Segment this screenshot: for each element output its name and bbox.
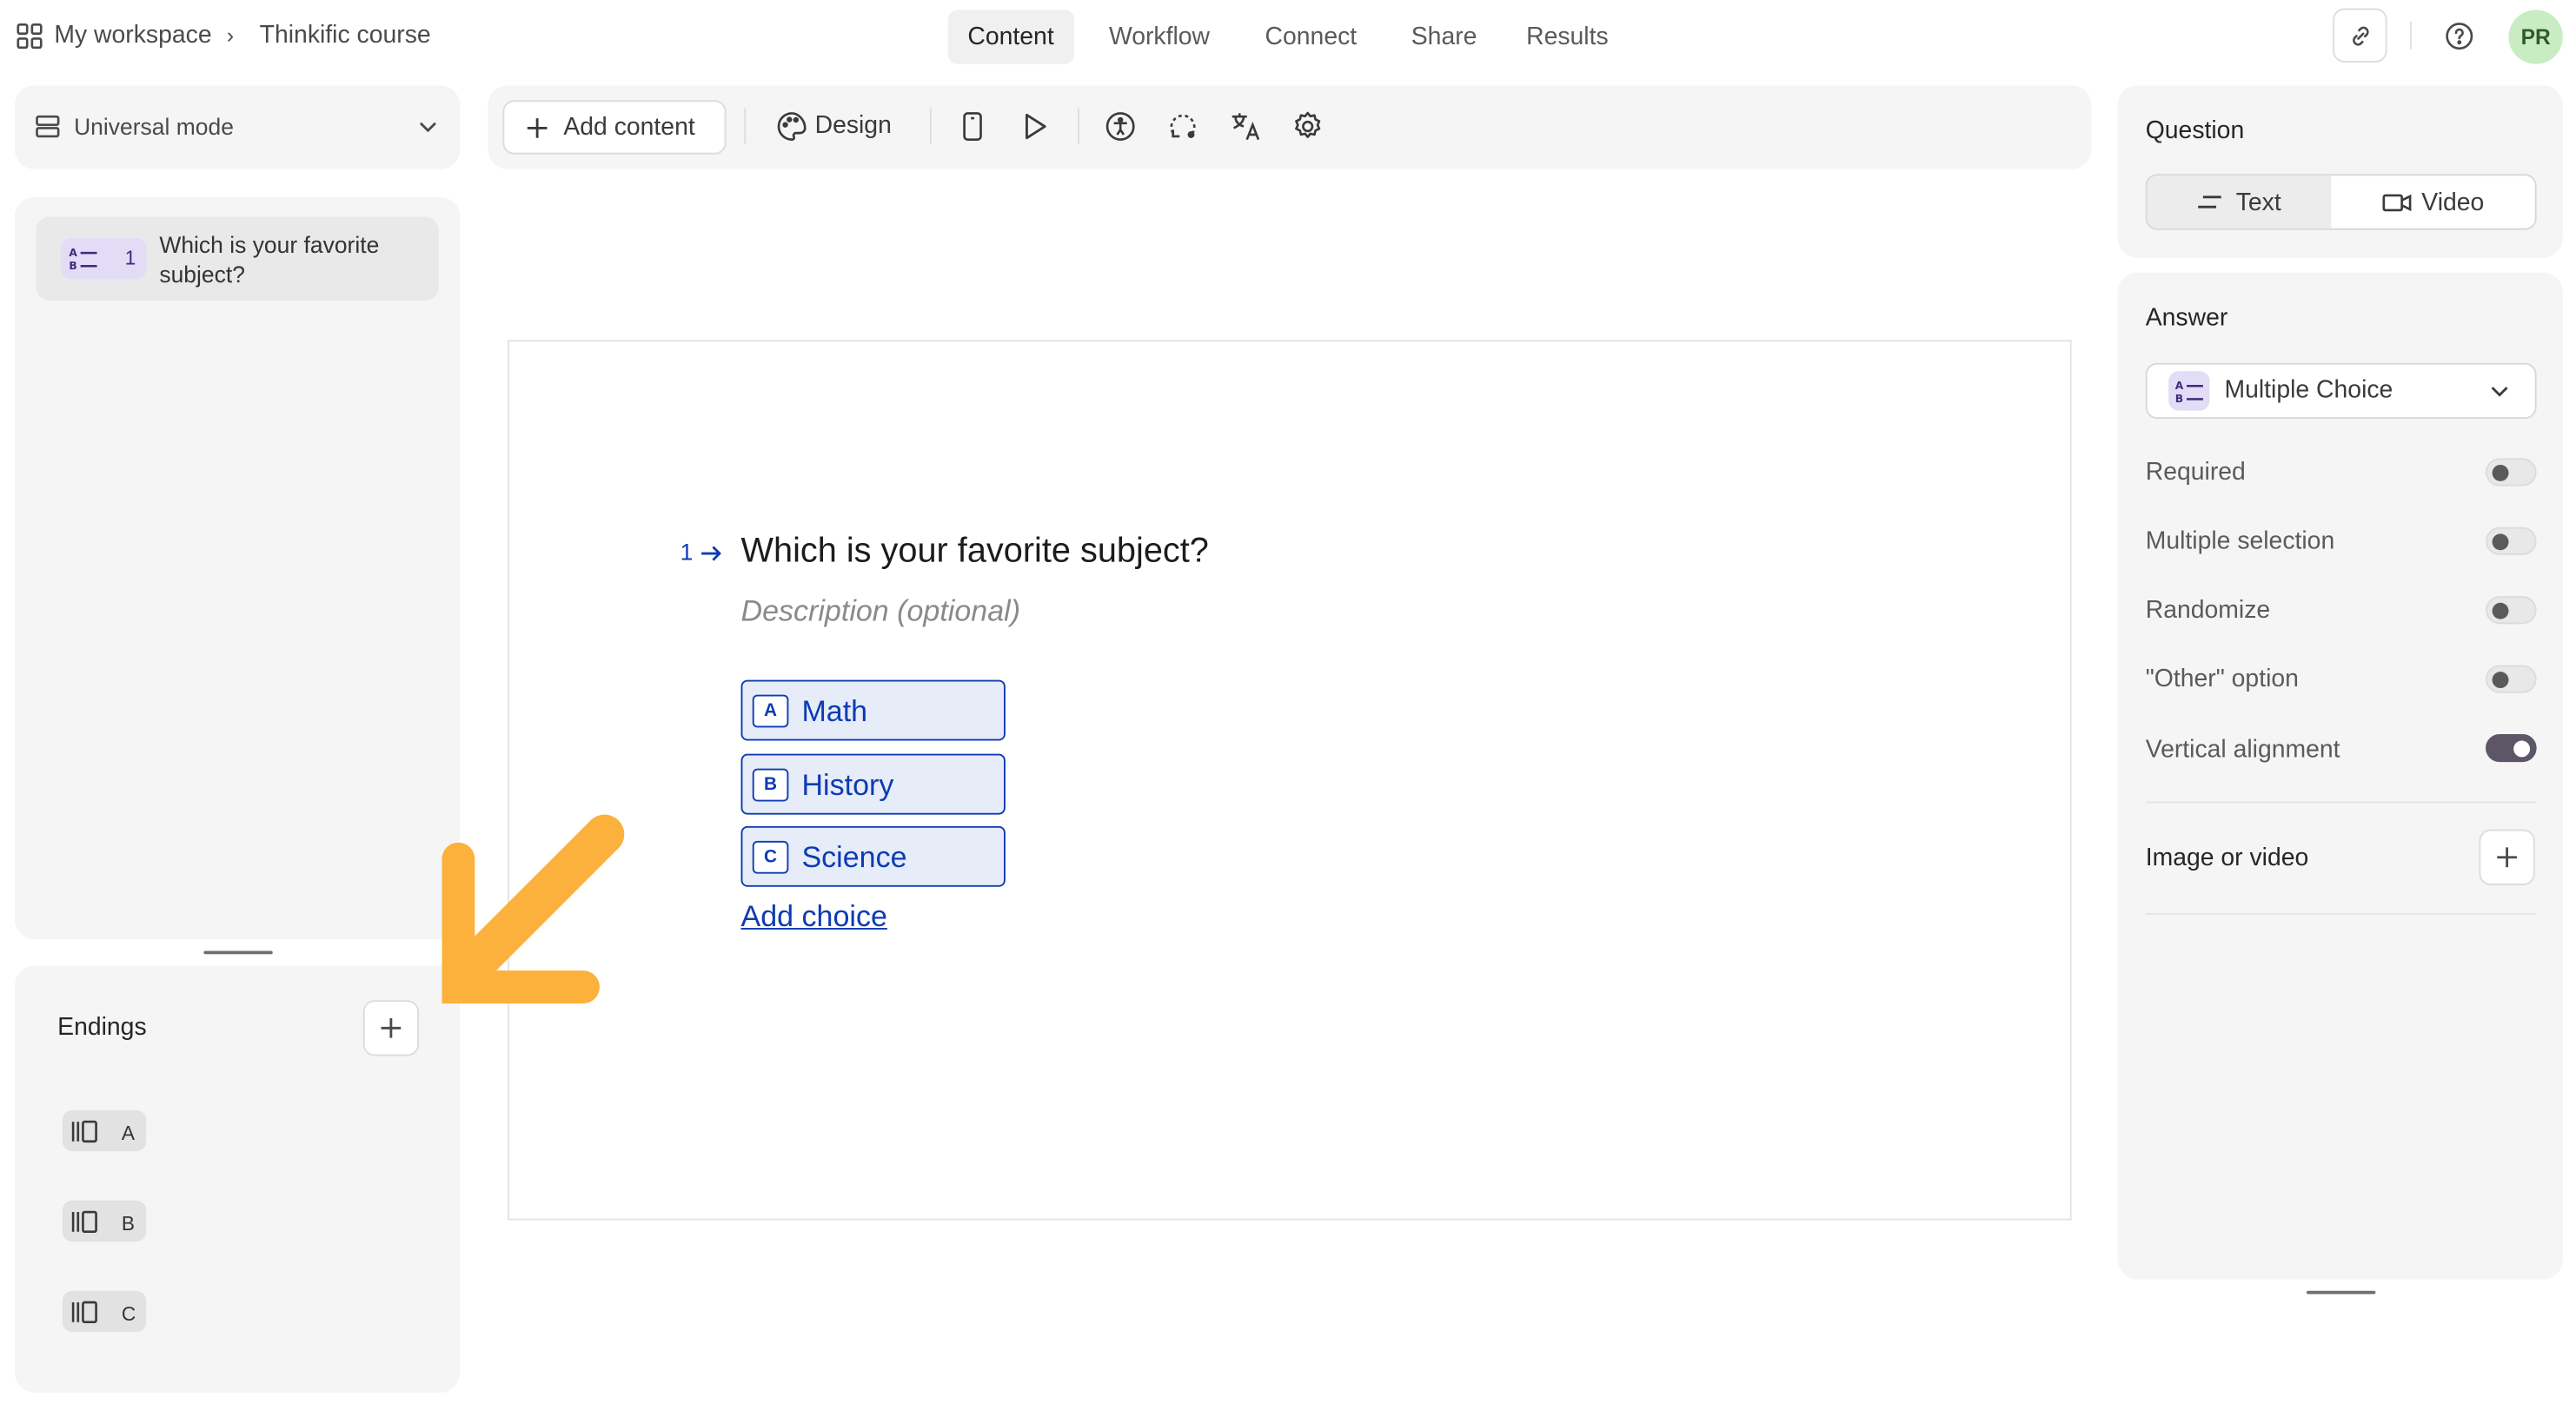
- option-multiple-selection-label: Multiple selection: [2145, 526, 2335, 555]
- choice-label: Science: [801, 840, 907, 874]
- app-page: My workspace › Thinkific course Content …: [0, 0, 2576, 1404]
- ending-letter: B: [121, 1212, 136, 1235]
- option-other-label: "Other" option: [2145, 665, 2299, 693]
- choice-key: A: [752, 694, 789, 728]
- ending-letter: C: [121, 1302, 136, 1326]
- arrow-right-icon: [701, 546, 721, 561]
- design-button[interactable]: Design: [815, 112, 892, 140]
- randomize-toggle[interactable]: [2486, 596, 2537, 625]
- multiple-choice-icon: A B: [2175, 380, 2203, 404]
- multiple-selection-toggle[interactable]: [2486, 526, 2537, 555]
- breadcrumb-workspace[interactable]: My workspace: [54, 22, 211, 50]
- multiple-choice-icon: A B: [69, 247, 97, 271]
- plus-icon: [381, 1017, 402, 1038]
- required-toggle[interactable]: [2486, 458, 2537, 487]
- toolbar-divider: [1078, 108, 1079, 145]
- add-content-button[interactable]: Add content: [502, 100, 727, 155]
- choice-label: History: [801, 768, 894, 802]
- layout-rows-icon: [36, 115, 60, 138]
- ending-letter: A: [121, 1122, 136, 1145]
- question-index: 1: [680, 539, 694, 566]
- answer-settings-panel: [2117, 272, 2563, 1280]
- question-title[interactable]: Which is your favorite subject?: [741, 532, 1209, 571]
- vertical-alignment-toggle[interactable]: [2486, 733, 2537, 763]
- play-icon[interactable]: [1019, 110, 1052, 143]
- accessibility-icon[interactable]: [1104, 110, 1137, 143]
- svg-text:B: B: [2175, 393, 2183, 404]
- option-randomize-label: Randomize: [2145, 596, 2271, 625]
- add-ending-button[interactable]: [362, 1000, 420, 1056]
- segment-text[interactable]: Text: [2236, 189, 2281, 216]
- svg-text:A: A: [69, 247, 77, 259]
- answer-section-title: Answer: [2145, 303, 2228, 332]
- option-vertical-alignment-label: Vertical alignment: [2145, 735, 2340, 764]
- logic-icon[interactable]: [1166, 110, 1199, 143]
- breadcrumb-separator: ›: [226, 23, 235, 48]
- chevron-down-icon: [2491, 387, 2508, 397]
- answer-type-value: Multiple Choice: [2224, 375, 2393, 405]
- link-icon: [2353, 26, 2369, 46]
- ending-icon: [71, 1301, 97, 1324]
- tab-results[interactable]: Results: [1506, 10, 1628, 63]
- breadcrumb-course[interactable]: Thinkific course: [260, 22, 431, 50]
- tab-workflow[interactable]: Workflow: [1089, 10, 1229, 63]
- question-settings-panel: [2117, 85, 2563, 258]
- endings-title: Endings: [57, 1013, 147, 1042]
- other-option-toggle[interactable]: [2486, 665, 2537, 693]
- choice-label: Math: [801, 694, 868, 728]
- plus-icon: [2497, 847, 2517, 868]
- plus-icon: [527, 118, 548, 138]
- svg-text:A: A: [2175, 380, 2184, 392]
- chevron-down-icon: [419, 122, 436, 133]
- question-number: 1: [124, 246, 136, 270]
- mode-label: Universal mode: [74, 113, 234, 140]
- choice-option[interactable]: A Math: [740, 679, 1006, 741]
- question-item-label: Which is your favorite subject?: [159, 231, 380, 288]
- help-icon[interactable]: [2445, 22, 2474, 51]
- ending-icon: [71, 1210, 97, 1234]
- palette-icon[interactable]: [775, 110, 808, 143]
- annotation-arrow-icon: [442, 814, 625, 1003]
- editor-toolbar: [488, 85, 2092, 169]
- workspace-grid-icon[interactable]: [17, 23, 43, 50]
- choice-key: C: [752, 840, 789, 874]
- panel-resize-handle[interactable]: [203, 950, 273, 955]
- add-content-label: Add content: [563, 113, 695, 142]
- add-media-button[interactable]: [2479, 829, 2535, 885]
- mobile-preview-icon[interactable]: [956, 110, 989, 143]
- header-divider: [2410, 21, 2412, 50]
- segment-video[interactable]: Video: [2421, 189, 2484, 216]
- question-list: [15, 196, 461, 940]
- toolbar-divider: [929, 108, 932, 145]
- tab-connect[interactable]: Connect: [1245, 10, 1377, 63]
- option-required-label: Required: [2145, 458, 2246, 487]
- section-divider: [2145, 913, 2537, 915]
- tab-share[interactable]: Share: [1391, 10, 1497, 63]
- panel-resize-handle[interactable]: [2306, 1290, 2376, 1295]
- video-camera-icon: [2382, 194, 2412, 212]
- settings-icon[interactable]: [1291, 110, 1325, 143]
- add-choice-link[interactable]: Add choice: [741, 900, 887, 935]
- choice-key: B: [752, 768, 789, 802]
- image-video-title: Image or video: [2145, 844, 2309, 872]
- section-divider: [2145, 801, 2537, 804]
- toolbar-divider: [744, 108, 747, 145]
- text-lines-icon: [2198, 195, 2221, 209]
- copy-link-button[interactable]: [2333, 8, 2387, 63]
- avatar[interactable]: PR: [2508, 10, 2563, 64]
- choice-option[interactable]: B History: [740, 753, 1006, 815]
- ending-icon: [71, 1120, 97, 1143]
- translate-icon[interactable]: [1229, 110, 1262, 143]
- tab-content[interactable]: Content: [947, 10, 1074, 64]
- choice-option[interactable]: C Science: [740, 825, 1006, 887]
- svg-text:B: B: [69, 260, 76, 271]
- question-section-title: Question: [2145, 116, 2245, 145]
- question-description-input[interactable]: Description (optional): [741, 594, 1020, 629]
